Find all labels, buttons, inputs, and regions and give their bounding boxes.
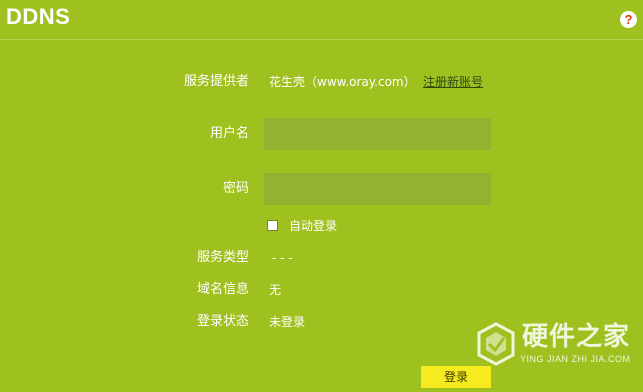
password-label: 密码 [222, 181, 249, 196]
password-input[interactable] [264, 173, 491, 205]
service-type-label: 服务类型 [196, 250, 249, 265]
provider-label: 服务提供者 [183, 74, 249, 89]
register-account-link[interactable]: 注册新账号 [423, 70, 483, 94]
watermark: 硬件之家 YING JIAN ZHI JIA.COM [470, 318, 640, 370]
watermark-name: 硬件之家 [522, 322, 631, 352]
auto-login-label[interactable]: 自动登录 [289, 214, 337, 238]
help-icon[interactable]: ? [620, 11, 637, 28]
username-input[interactable] [264, 118, 491, 150]
login-status-label: 登录状态 [196, 314, 249, 329]
header-divider [0, 39, 643, 40]
service-type-value: - - - [272, 251, 293, 265]
auto-login-checkbox[interactable] [267, 220, 278, 231]
username-label: 用户名 [209, 126, 249, 141]
watermark-subtitle: YING JIAN ZHI JIA.COM [520, 354, 631, 364]
hexagon-check-logo-icon [477, 322, 515, 366]
login-button[interactable]: 登录 [421, 366, 491, 388]
service-type-row: 服务类型 - - - [0, 246, 643, 270]
page-title: DDNS [6, 4, 71, 29]
domain-info-row: 域名信息 无 [0, 278, 643, 302]
login-status-value: 未登录 [269, 315, 306, 329]
domain-info-label: 域名信息 [196, 282, 249, 297]
domain-info-value: 无 [269, 283, 282, 297]
provider-row: 服务提供者 花生壳（www.oray.com） 注册新账号 [0, 70, 643, 94]
provider-value: 花生壳（www.oray.com） [269, 75, 416, 89]
